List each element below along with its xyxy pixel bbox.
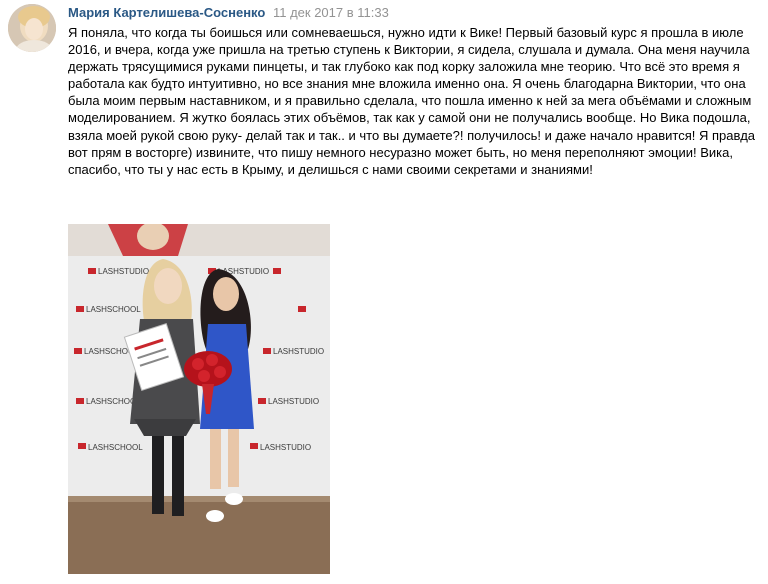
banner-text: LASHSCHOOL: [86, 305, 141, 314]
post-text: Я поняла, что когда ты боишься или сомне…: [68, 25, 756, 177]
post-photo[interactable]: LASHSTUDIO LASHSTUDIO LASHSCHOOL LASHSTU…: [68, 224, 330, 574]
post-header: Мария Картелишева-Сосненко 11 дек 2017 в…: [68, 4, 389, 21]
floor: [68, 496, 330, 574]
author-name-link[interactable]: Мария Картелишева-Сосненко: [68, 5, 265, 20]
banner-text: LASHSTUDIO: [98, 267, 149, 276]
post-date-link[interactable]: 11 дек 2017 в 11:33: [273, 5, 389, 20]
banner-text: LASHSCHOOL: [88, 443, 143, 452]
banner-text: LASHSTUDIO: [268, 397, 319, 406]
photo-image: LASHSTUDIO LASHSTUDIO LASHSCHOOL LASHSTU…: [68, 224, 330, 574]
author-avatar[interactable]: [8, 4, 56, 52]
avatar-image: [8, 4, 56, 52]
banner-text: LASHSTUDIO: [273, 347, 324, 356]
banner-text: LASHSTUDIO: [260, 443, 311, 452]
